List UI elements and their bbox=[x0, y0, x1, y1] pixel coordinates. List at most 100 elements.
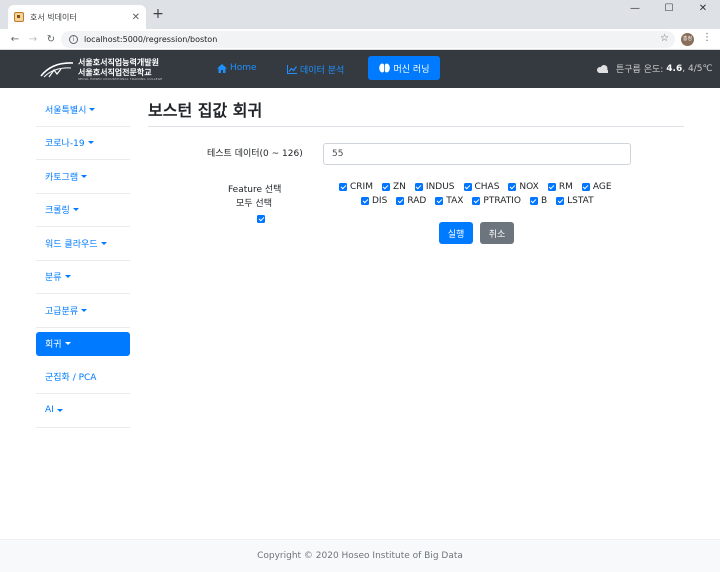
sidebar-item-label: 크롤링 bbox=[45, 206, 70, 217]
feature-checkbox-nox[interactable]: NOX bbox=[508, 182, 539, 192]
feature-label: PTRATIO bbox=[483, 196, 521, 206]
nav-home-label: Home bbox=[230, 63, 257, 73]
weather-temp: 4.6 bbox=[666, 63, 683, 74]
feature-select-label: Feature 선택 bbox=[228, 185, 282, 195]
feature-checkbox-tax[interactable]: TAX bbox=[435, 196, 463, 206]
feature-label: INDUS bbox=[425, 182, 455, 192]
test-data-label: 테스트 데이터(0 ~ 126) bbox=[207, 149, 303, 159]
sidebar-item-advanced-classification[interactable]: 고급분류 bbox=[36, 294, 130, 328]
test-data-input[interactable]: 55 bbox=[323, 143, 631, 165]
back-icon[interactable]: ← bbox=[6, 34, 24, 45]
sidebar-item-regression[interactable]: 회귀 bbox=[36, 331, 130, 356]
checkbox-icon bbox=[529, 197, 538, 205]
cancel-button[interactable]: 취소 bbox=[480, 222, 514, 244]
nav-home[interactable]: Home bbox=[217, 63, 257, 73]
checkbox-icon bbox=[361, 197, 369, 205]
checkbox-icon bbox=[414, 183, 423, 191]
select-all-checkbox[interactable] bbox=[257, 215, 265, 223]
maximize-button[interactable]: ☐ bbox=[652, 0, 686, 20]
feature-checkbox-indus[interactable]: INDUS bbox=[414, 182, 455, 192]
sidebar-item-classification[interactable]: 분류 bbox=[36, 261, 130, 294]
caret-down-icon bbox=[56, 408, 63, 412]
sidebar: 서울특별시 코로나-19 카토그램 크롤링 워드 클라우드 분류 고급분류 회귀… bbox=[36, 93, 130, 428]
nav-machine-learning-label: 머신 러닝 bbox=[393, 64, 430, 75]
caret-down-icon bbox=[64, 275, 71, 279]
caret-down-icon bbox=[100, 241, 107, 245]
caret-down-icon bbox=[87, 141, 94, 145]
new-tab-button[interactable]: + bbox=[150, 6, 166, 22]
sidebar-item-label: 워드 클라우드 bbox=[45, 239, 98, 250]
nav-machine-learning[interactable]: 머신 러닝 bbox=[368, 56, 440, 80]
cloud-icon bbox=[597, 64, 608, 73]
forward-icon[interactable]: → bbox=[24, 34, 42, 45]
browser-menu-icon[interactable]: ⋮ bbox=[702, 32, 712, 43]
feature-label: CHAS bbox=[474, 182, 500, 192]
profile-avatar[interactable]: 홍정 bbox=[681, 33, 694, 46]
checkbox-icon bbox=[508, 183, 517, 191]
feature-checkbox-b[interactable]: B bbox=[529, 196, 547, 206]
footer-copyright: Copyright © 2020 Hoseo Institute of Big … bbox=[257, 551, 463, 561]
feature-label: AGE bbox=[592, 182, 612, 192]
logo-text-line3: SEOUL HOSEO OCCUPATIONAL TRAINING COLLEG… bbox=[78, 77, 163, 81]
feature-checkbox-rm[interactable]: RM bbox=[547, 182, 573, 192]
sidebar-item-label: 분류 bbox=[45, 273, 62, 284]
sidebar-item-ai[interactable]: AI bbox=[36, 394, 130, 428]
feature-label: ZN bbox=[392, 182, 406, 192]
weather-label: 튼구름 온도: bbox=[616, 65, 664, 75]
tab-title: 호서 빅데이터 bbox=[30, 12, 77, 22]
feature-checkbox-zn[interactable]: ZN bbox=[381, 182, 406, 192]
feature-checkbox-age[interactable]: AGE bbox=[581, 182, 612, 192]
checkbox-icon bbox=[556, 197, 565, 205]
home-icon bbox=[217, 63, 227, 73]
checkbox-icon bbox=[547, 183, 556, 191]
sidebar-item-cartogram[interactable]: 카토그램 bbox=[36, 160, 130, 194]
sidebar-item-label: AI bbox=[45, 405, 54, 416]
feature-label: NOX bbox=[519, 182, 539, 192]
window-close-button[interactable]: ✕ bbox=[686, 0, 720, 20]
caret-down-icon bbox=[81, 308, 88, 312]
brand-logo[interactable]: 서울호서직업능력개발원 서울호서직업전문학교 SEOUL HOSEO OCCUP… bbox=[40, 56, 162, 82]
line-chart-icon bbox=[287, 65, 297, 74]
minimize-button[interactable]: — bbox=[618, 0, 652, 20]
sidebar-item-clustering[interactable]: 군집화 / PCA bbox=[36, 361, 130, 394]
weather-info: 튼구름 온도: 4.6 , 4/5℃ bbox=[596, 62, 713, 75]
bookmark-star-icon[interactable]: ☆ bbox=[660, 33, 669, 44]
sidebar-item-seoul[interactable]: 서울특별시 bbox=[36, 93, 130, 127]
feature-checkbox-lstat[interactable]: LSTAT bbox=[556, 196, 594, 206]
nav-data-analysis[interactable]: 데이터 분석 bbox=[287, 63, 344, 76]
feature-label: CRIM bbox=[350, 182, 373, 192]
sidebar-item-label: 회귀 bbox=[45, 340, 62, 350]
feature-checkbox-rad[interactable]: RAD bbox=[396, 196, 426, 206]
url-text: localhost:5000/regression/boston bbox=[84, 35, 218, 44]
url-field[interactable]: i localhost:5000/regression/boston ☆ bbox=[61, 31, 675, 48]
run-button[interactable]: 실행 bbox=[439, 222, 473, 244]
sidebar-item-label: 카토그램 bbox=[45, 172, 79, 183]
brain-icon bbox=[378, 63, 390, 73]
feature-checkbox-ptratio[interactable]: PTRATIO bbox=[472, 196, 521, 206]
browser-tab[interactable]: 호서 빅데이터 ✕ bbox=[8, 5, 146, 29]
feature-checkbox-crim[interactable]: CRIM bbox=[339, 182, 373, 192]
feature-checkbox-dis[interactable]: DIS bbox=[361, 196, 387, 206]
feature-row-2: DIS RAD TAX PTRATIO B LSTAT bbox=[361, 196, 603, 206]
checkbox-icon bbox=[472, 197, 481, 205]
caret-down-icon bbox=[64, 342, 71, 345]
sidebar-item-covid[interactable]: 코로나-19 bbox=[36, 127, 130, 160]
checkbox-icon bbox=[463, 183, 472, 191]
feature-checkbox-chas[interactable]: CHAS bbox=[463, 182, 500, 192]
site-info-icon[interactable]: i bbox=[69, 35, 78, 44]
select-all-label: 모두 선택 bbox=[236, 199, 272, 209]
reload-icon[interactable]: ↻ bbox=[42, 34, 60, 45]
logo-mark-icon bbox=[40, 62, 74, 78]
sidebar-item-wordcloud[interactable]: 워드 클라우드 bbox=[36, 227, 130, 261]
nav-data-analysis-label: 데이터 분석 bbox=[300, 66, 345, 76]
tab-close-icon[interactable]: ✕ bbox=[132, 12, 140, 23]
checkbox-icon bbox=[381, 183, 390, 191]
caret-down-icon bbox=[81, 174, 88, 178]
feature-label: TAX bbox=[446, 196, 464, 206]
address-bar: ← → ↻ i localhost:5000/regression/boston… bbox=[0, 29, 720, 50]
app-navbar: 서울호서직업능력개발원 서울호서직업전문학교 SEOUL HOSEO OCCUP… bbox=[0, 50, 720, 88]
sidebar-item-label: 서울특별시 bbox=[45, 105, 87, 116]
sidebar-item-crawling[interactable]: 크롤링 bbox=[36, 194, 130, 227]
window-controls: — ☐ ✕ bbox=[618, 0, 720, 20]
browser-tabstrip: 호서 빅데이터 ✕ + — ☐ ✕ bbox=[0, 0, 720, 29]
